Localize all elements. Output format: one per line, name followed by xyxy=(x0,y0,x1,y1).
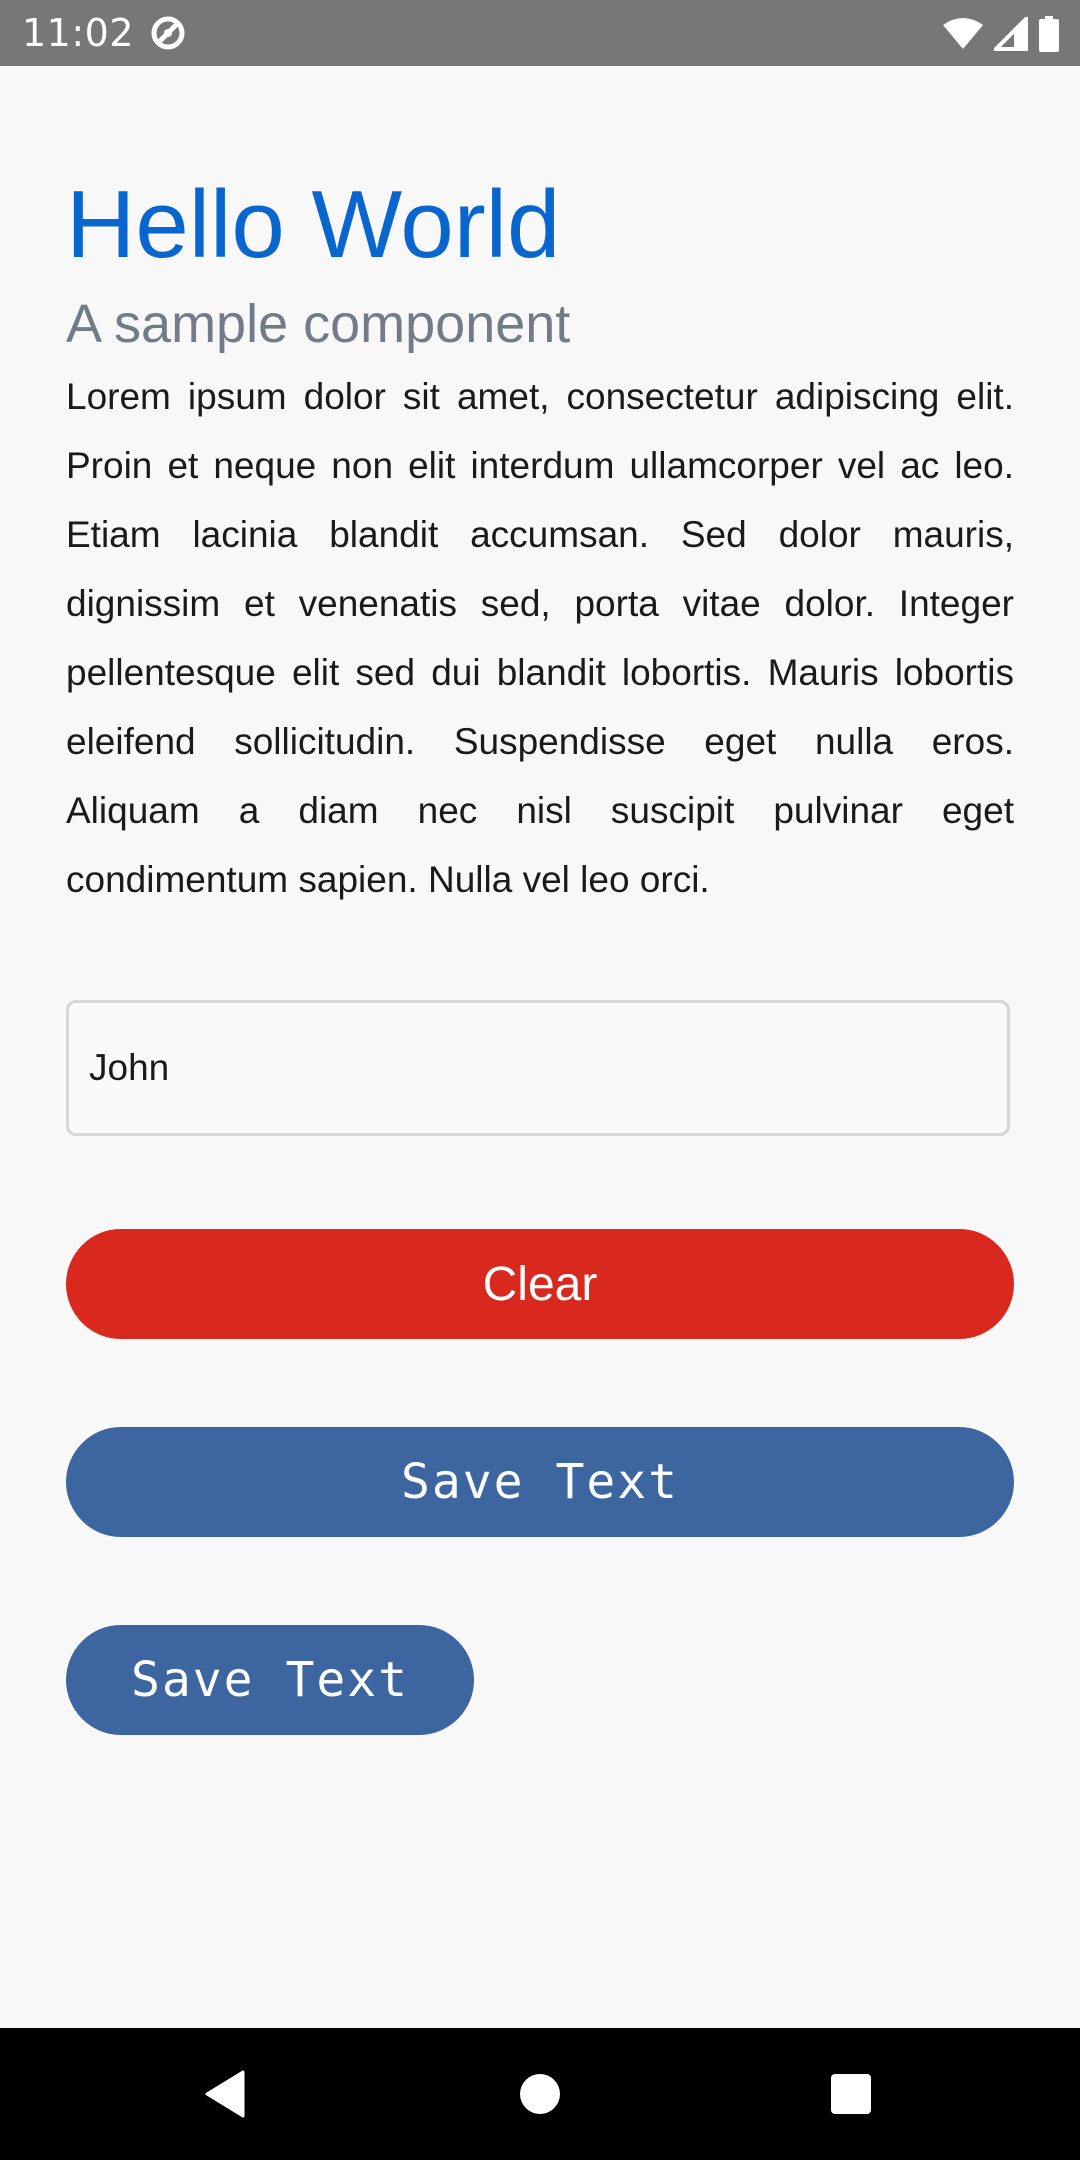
battery-icon xyxy=(1038,16,1060,52)
page-title: Hello World xyxy=(66,171,561,278)
save-text-button-wide[interactable]: Save Text xyxy=(66,1427,1014,1537)
wifi-icon xyxy=(942,17,984,51)
page-subtitle: A sample component xyxy=(66,294,571,354)
app-notification-icon xyxy=(150,15,186,51)
recents-icon[interactable] xyxy=(821,2064,881,2124)
status-bar: 11:02 xyxy=(0,0,1080,66)
navigation-bar xyxy=(0,2028,1080,2160)
name-input[interactable] xyxy=(66,1000,1010,1136)
save-text-button-narrow[interactable]: Save Text xyxy=(66,1625,474,1735)
cellular-signal-icon xyxy=(994,17,1028,51)
body-paragraph: Lorem ipsum dolor sit amet, consectetur … xyxy=(66,376,1014,900)
status-icons xyxy=(942,14,1060,54)
home-icon[interactable] xyxy=(510,2064,570,2124)
status-time: 11:02 xyxy=(22,11,135,55)
back-icon[interactable] xyxy=(195,2064,255,2124)
clear-button[interactable]: Clear xyxy=(66,1229,1014,1339)
